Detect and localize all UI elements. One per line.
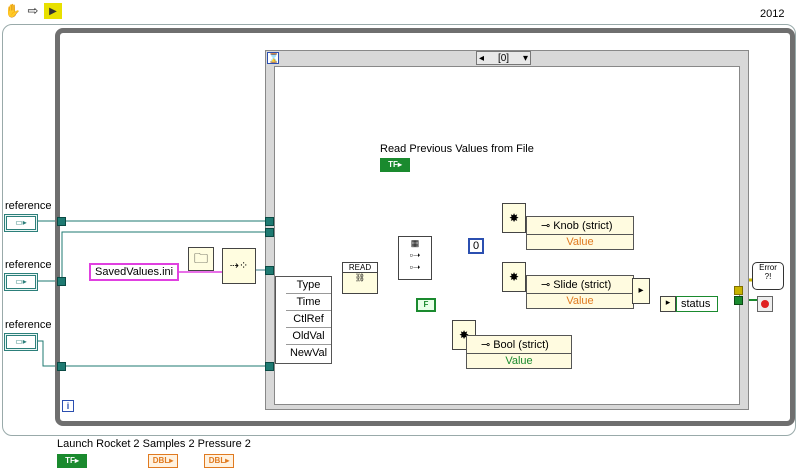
property-node-header: ⊸ Slide (strict) <box>527 276 633 294</box>
property-node-value: Value <box>566 295 594 307</box>
reference-icon: ▭▸ <box>6 335 36 349</box>
property-node-header: ⊸ Knob (strict) <box>527 217 633 235</box>
warning-icon: ?! <box>764 272 772 281</box>
event-field-oldval: OldVal <box>286 328 331 345</box>
launch-rocket-terminal[interactable]: TF▸ <box>57 454 87 468</box>
stop-button[interactable] <box>757 296 773 312</box>
link-icon: ⛓ <box>354 273 366 282</box>
property-node-name: Slide (strict) <box>553 278 612 291</box>
stop-icon <box>761 300 769 308</box>
read-ini-icon: READ ⛓ <box>342 262 378 294</box>
case-tunnel <box>734 286 743 295</box>
event-field-time: Time <box>286 294 331 311</box>
file-name-constant[interactable]: SavedValues.ini <box>89 263 179 281</box>
loop-tunnel <box>57 362 66 371</box>
variant-to-data-icon: ✸ <box>502 262 526 292</box>
property-node-name: Knob (strict) <box>553 219 613 232</box>
reference-label: reference <box>5 259 52 271</box>
reference-terminal-1[interactable]: reference ▭▸ <box>4 200 51 232</box>
reference-label: reference <box>5 200 52 212</box>
reference-label: reference <box>5 319 52 331</box>
status-indicator: status <box>676 296 718 312</box>
unbundle-by-name-icon: ▸ <box>660 296 676 312</box>
case-tunnel <box>265 228 274 237</box>
bottom-labels: Launch Rocket 2 Samples 2 Pressure 2 <box>57 438 251 450</box>
file-path-icon: 🗀 <box>188 247 214 271</box>
unbundle-icon: ▦ ▫➝ ▫➝ <box>398 236 432 280</box>
reference-icon: ▭▸ <box>6 216 36 230</box>
launch-rocket-label: Launch Rocket 2 <box>57 438 140 450</box>
false-constant[interactable]: F <box>416 298 436 312</box>
timeout-icon: ⌛ <box>267 52 280 64</box>
variant-to-data-icon: ✸ <box>502 203 526 233</box>
case-prev-icon[interactable]: ◂ <box>479 53 484 64</box>
pressure-label: Pressure 2 <box>197 438 251 450</box>
reference-icon: ▭▸ <box>6 275 36 289</box>
error-label: Error <box>759 263 777 272</box>
loop-tunnel <box>57 217 66 226</box>
read-node-label: READ <box>343 263 377 273</box>
event-field-type: Type <box>286 277 331 294</box>
case-selector[interactable]: ◂ [0] ▾ <box>476 51 531 65</box>
case-tunnel <box>265 266 274 275</box>
samples-label: Samples 2 <box>142 438 195 450</box>
case-tunnel <box>265 362 274 371</box>
read-previous-terminal[interactable]: TF▸ <box>380 158 410 172</box>
config-file-icon: ⇢⁘ <box>222 248 256 284</box>
event-field-newval: NewVal <box>289 347 328 359</box>
case-comment: Read Previous Values from File <box>380 143 534 155</box>
pressure-terminal[interactable]: DBL▸ <box>204 454 234 468</box>
event-field-ctlref: CtlRef <box>286 311 331 328</box>
case-tunnel <box>734 296 743 305</box>
property-node-slide[interactable]: ⊸ Slide (strict) Value <box>526 275 634 309</box>
samples-terminal[interactable]: DBL▸ <box>148 454 178 468</box>
key-icon: ⊸ <box>541 279 551 291</box>
loop-iteration-icon: i <box>62 400 74 412</box>
property-node-knob[interactable]: ⊸ Knob (strict) Value <box>526 216 634 250</box>
property-node-bool[interactable]: ⊸ Bool (strict) Value <box>466 335 572 369</box>
case-selector-label: [0] <box>497 52 510 64</box>
loop-tunnel <box>57 277 66 286</box>
property-node-value: Value <box>566 236 594 248</box>
merge-errors-icon: ▸ <box>632 278 650 304</box>
chevron-down-icon[interactable]: ▾ <box>523 53 528 64</box>
property-node-value: Value <box>505 355 533 367</box>
reference-terminal-3[interactable]: reference ▭▸ <box>4 319 51 351</box>
key-icon: ⊸ <box>541 220 551 232</box>
zero-constant[interactable]: 0 <box>468 238 485 254</box>
case-tunnel <box>265 217 274 226</box>
key-icon: ⊸ <box>481 339 491 351</box>
property-node-header: ⊸ Bool (strict) <box>467 336 571 354</box>
event-data-node: Type Time CtlRef OldVal NewVal <box>275 276 332 364</box>
reference-terminal-2[interactable]: reference ▭▸ <box>4 259 51 291</box>
error-handler-icon: Error?! <box>752 262 784 290</box>
property-node-name: Bool (strict) <box>493 338 549 351</box>
